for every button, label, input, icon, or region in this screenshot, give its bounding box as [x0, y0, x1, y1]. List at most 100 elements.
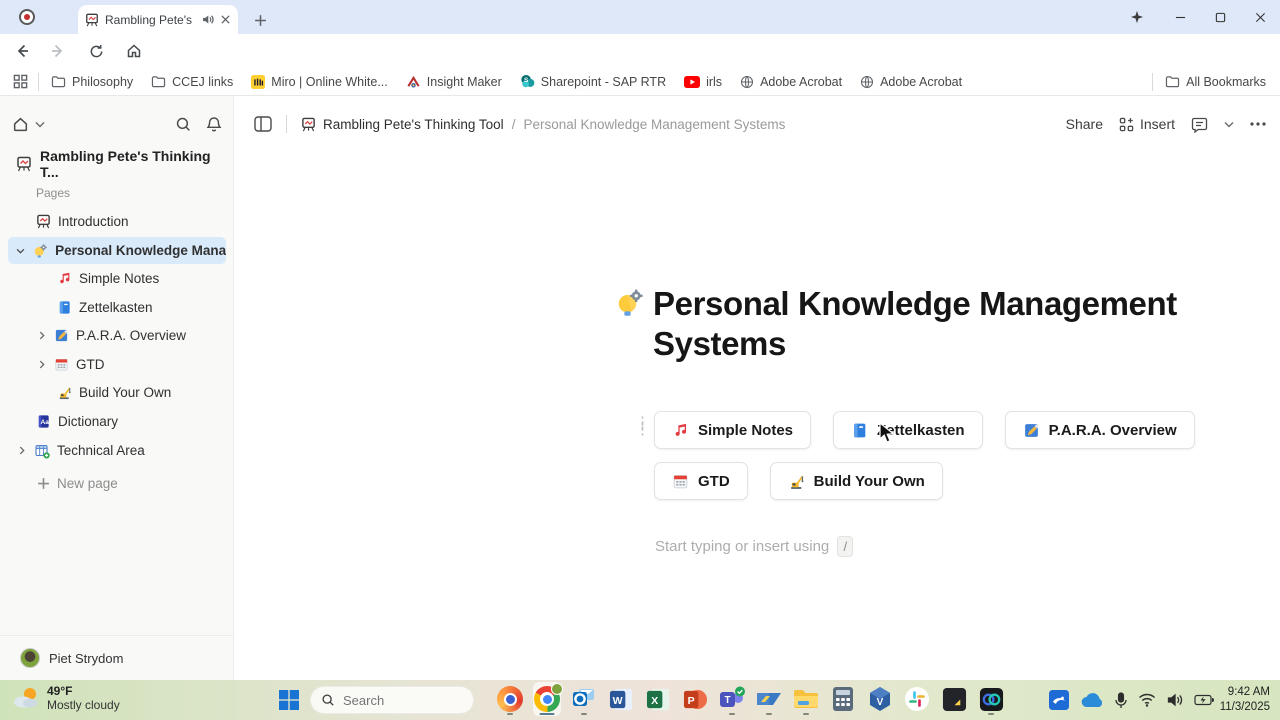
sidebar-item-para-overview[interactable]: P.A.R.A. Overview: [8, 322, 226, 349]
chevron-right-icon[interactable]: [37, 360, 47, 369]
slack-icon[interactable]: [903, 682, 931, 716]
svg-text:X: X: [651, 694, 658, 706]
memo-pencil-icon: [1023, 422, 1040, 439]
doc-easel-icon: [16, 156, 32, 172]
start-button[interactable]: [278, 689, 300, 711]
chrome-icon[interactable]: [533, 682, 563, 716]
music-notes-icon: [57, 271, 72, 286]
taskbar-search[interactable]: [310, 686, 474, 714]
zscaler-icon[interactable]: [1049, 690, 1069, 710]
globe-icon: [740, 75, 754, 89]
all-bookmarks-button[interactable]: All Bookmarks: [1165, 75, 1266, 89]
breadcrumb-doc[interactable]: Rambling Pete's Thinking Tool: [323, 117, 504, 132]
back-icon[interactable]: [8, 37, 36, 65]
onedrive-icon[interactable]: [1080, 692, 1104, 708]
breadcrumb-page[interactable]: Personal Knowledge Management Systems: [523, 117, 785, 132]
user-account[interactable]: Piet Strydom: [0, 635, 234, 668]
firefox-icon[interactable]: [496, 682, 524, 716]
comments-icon[interactable]: [1191, 116, 1208, 133]
chevron-right-icon[interactable]: [37, 331, 47, 340]
calculator-icon[interactable]: [829, 682, 857, 716]
reload-icon[interactable]: [82, 37, 110, 65]
window-minimize-button[interactable]: [1160, 0, 1200, 34]
user-avatar: [20, 648, 40, 668]
collapse-sidebar-icon[interactable]: [254, 116, 272, 132]
workspace-chevron-icon[interactable]: [35, 121, 45, 128]
svg-text:Aa: Aa: [41, 419, 50, 426]
browser-tabstrip: Rambling Pete's Thinking To: [0, 0, 1280, 34]
new-page-button[interactable]: New page: [8, 470, 226, 497]
wifi-icon[interactable]: [1138, 693, 1156, 707]
new-tab-button[interactable]: [248, 8, 272, 32]
battery-charging-icon[interactable]: [1194, 694, 1214, 706]
bookmark-item[interactable]: S Sharepoint - SAP RTR: [520, 74, 666, 89]
speaker-icon[interactable]: [1167, 693, 1183, 707]
coda-sidebar: Rambling Pete's Thinking T... Pages Intr…: [0, 96, 234, 680]
browser-tab[interactable]: Rambling Pete's Thinking To: [78, 5, 238, 34]
recording-indicator-icon: [19, 9, 35, 25]
drag-handle-icon[interactable]: ⋮ ⋮: [635, 415, 650, 437]
zettelkasten-button[interactable]: Zettelkasten: [833, 411, 983, 449]
chevron-down-icon[interactable]: [16, 248, 25, 254]
sidebar-item-dictionary[interactable]: Aa Dictionary: [8, 408, 226, 435]
browser-sparkle-icon[interactable]: [1114, 0, 1160, 34]
gtd-button[interactable]: GTD: [654, 462, 748, 500]
window-maximize-button[interactable]: [1200, 0, 1240, 34]
build-your-own-button[interactable]: Build Your Own: [769, 462, 943, 500]
forward-icon[interactable]: [44, 37, 72, 65]
chevron-right-icon[interactable]: [17, 446, 27, 455]
visio-icon[interactable]: V: [866, 682, 894, 716]
tab-close-icon[interactable]: [220, 14, 231, 25]
para-overview-button[interactable]: P.A.R.A. Overview: [1004, 411, 1195, 449]
coda-home-icon[interactable]: [12, 116, 29, 133]
window-close-button[interactable]: [1240, 0, 1280, 34]
bookmark-item[interactable]: Miro | Online White...: [251, 74, 388, 89]
sidebar-item-personal-knowledge-management[interactable]: Personal Knowledge Manage: [8, 237, 226, 264]
powerpoint-icon[interactable]: P: [681, 682, 709, 716]
chevron-down-icon[interactable]: [1224, 121, 1234, 128]
teams-icon[interactable]: T: [718, 682, 746, 716]
bookmark-item[interactable]: Insight Maker: [406, 75, 502, 89]
editor-placeholder-line[interactable]: Start typing or insert using /: [655, 536, 854, 557]
excel-icon[interactable]: X: [644, 682, 672, 716]
weather-widget[interactable]: 49°F Mostly cloudy: [10, 684, 120, 712]
bookmark-item[interactable]: Adobe Acrobat: [860, 75, 962, 89]
share-button[interactable]: Share: [1066, 116, 1103, 132]
sidebar-item-simple-notes[interactable]: Simple Notes: [8, 265, 226, 292]
screen: Rambling Pete's Thinking To: [0, 0, 1280, 720]
sidebar-item-build-your-own[interactable]: Build Your Own: [8, 379, 226, 406]
workspace-title[interactable]: Rambling Pete's Thinking T...: [16, 148, 233, 180]
microphone-icon[interactable]: [1115, 691, 1127, 709]
table-plus-icon: [34, 443, 50, 459]
coda-search-icon[interactable]: [175, 116, 192, 133]
search-input[interactable]: [343, 692, 453, 708]
taskbar-clock[interactable]: 9:42 AM 11/3/2025: [1220, 685, 1270, 715]
bookmark-item[interactable]: CCEJ links: [151, 75, 233, 89]
bookmark-item[interactable]: Philosophy: [51, 75, 133, 89]
tab-audio-icon[interactable]: [201, 13, 214, 26]
apps-grid-icon[interactable]: [10, 72, 30, 92]
dark-notes-app-icon[interactable]: [940, 682, 968, 716]
bookmark-item[interactable]: Adobe Acrobat: [740, 75, 842, 89]
sidebar-item-introduction[interactable]: Introduction: [8, 208, 226, 235]
outlook-icon[interactable]: [570, 682, 598, 716]
insert-icon: [1119, 117, 1134, 132]
sidebar-item-technical-area[interactable]: Technical Area: [8, 437, 226, 464]
notifications-bell-icon[interactable]: [206, 116, 222, 133]
file-explorer-icon[interactable]: [792, 682, 820, 716]
simple-notes-button[interactable]: Simple Notes: [654, 411, 812, 449]
insight-maker-icon: [406, 75, 421, 89]
webex-icon[interactable]: [977, 682, 1005, 716]
insert-button[interactable]: Insert: [1119, 116, 1175, 132]
word-icon[interactable]: W: [607, 682, 635, 716]
sap-logon-icon[interactable]: [755, 682, 783, 716]
page-options-icon[interactable]: [1250, 122, 1266, 126]
sidebar-item-gtd[interactable]: GTD: [8, 351, 226, 378]
page-title-bulb-gear-icon: [614, 288, 644, 318]
home-icon[interactable]: [120, 37, 148, 65]
folder-icon: [151, 75, 166, 88]
bookmark-item[interactable]: irls: [684, 75, 722, 89]
miro-icon: [251, 74, 266, 89]
page-title[interactable]: Personal Knowledge Management Systems: [653, 284, 1201, 364]
sidebar-item-zettelkasten[interactable]: Zettelkasten: [8, 294, 226, 321]
